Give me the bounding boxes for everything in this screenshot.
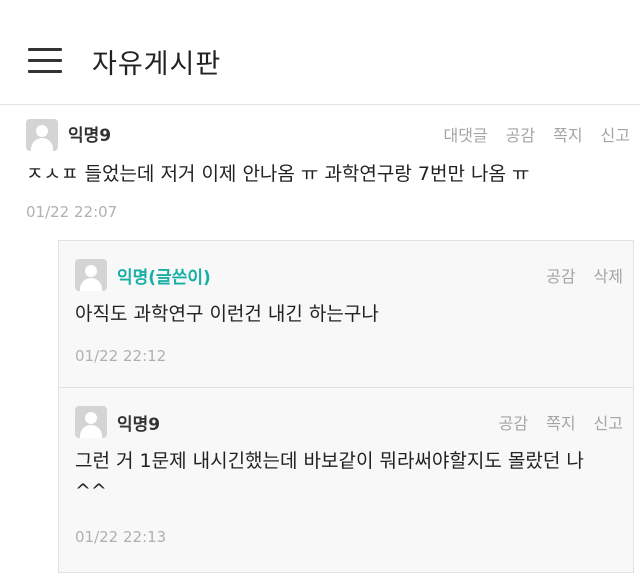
reply-item: 익명9 공감 쪽지 신고 그런 거 1문제 내시긴했는데 바보같이 뭐라써야할지… (58, 387, 634, 573)
reply-actions: 공감 삭제 (546, 263, 623, 287)
like-button[interactable]: 공감 (499, 410, 528, 434)
reply-item: 익명(글쓴이) 공감 삭제 아직도 과학연구 이런건 내긴 하는구나 01/22… (58, 240, 634, 388)
like-button[interactable]: 공감 (506, 122, 535, 146)
avatar (75, 259, 107, 291)
report-button[interactable]: 신고 (601, 122, 630, 146)
avatar (75, 406, 107, 438)
reply-nickname: 익명9 (117, 415, 161, 435)
report-button[interactable]: 신고 (594, 410, 623, 434)
comment-text: ㅈㅅㅍ 들었는데 저거 이제 안나옴 ㅠ 과학연구랑 7번만 나옴 ㅠ (26, 163, 530, 185)
comment-timestamp: 01/22 22:07 (26, 203, 118, 221)
reply-actions: 공감 쪽지 신고 (499, 410, 623, 434)
reply-list: 익명(글쓴이) 공감 삭제 아직도 과학연구 이런건 내긴 하는구나 01/22… (0, 236, 640, 578)
comment-nickname: 익명9 (68, 126, 112, 146)
reply-timestamp: 01/22 22:12 (75, 347, 167, 365)
reply-timestamp: 01/22 22:13 (75, 528, 167, 546)
reply-text-line-1: 그런 거 1문제 내시긴했는데 바보같이 뭐라써야할지도 몰랐던 나 (75, 450, 584, 472)
reply-text: 아직도 과학연구 이런건 내긴 하는구나 (75, 303, 379, 325)
avatar (26, 119, 58, 151)
app-header: 자유게시판 (0, 0, 640, 105)
delete-button[interactable]: 삭제 (594, 263, 623, 287)
reply-button[interactable]: 대댓글 (443, 122, 487, 146)
message-button[interactable]: 쪽지 (546, 410, 575, 434)
reply-nickname-author: 익명(글쓴이) (117, 268, 211, 288)
comment: 익명9 대댓글 공감 쪽지 신고 ㅈㅅㅍ 들었는데 저거 이제 안나옴 ㅠ 과학… (0, 105, 640, 235)
comment-actions: 대댓글 공감 쪽지 신고 (443, 122, 630, 146)
reply-text-line-2: ^^ (75, 480, 107, 502)
like-button[interactable]: 공감 (546, 263, 575, 287)
hamburger-menu-icon[interactable] (28, 48, 62, 74)
page-title: 자유게시판 (92, 49, 222, 80)
message-button[interactable]: 쪽지 (553, 122, 582, 146)
